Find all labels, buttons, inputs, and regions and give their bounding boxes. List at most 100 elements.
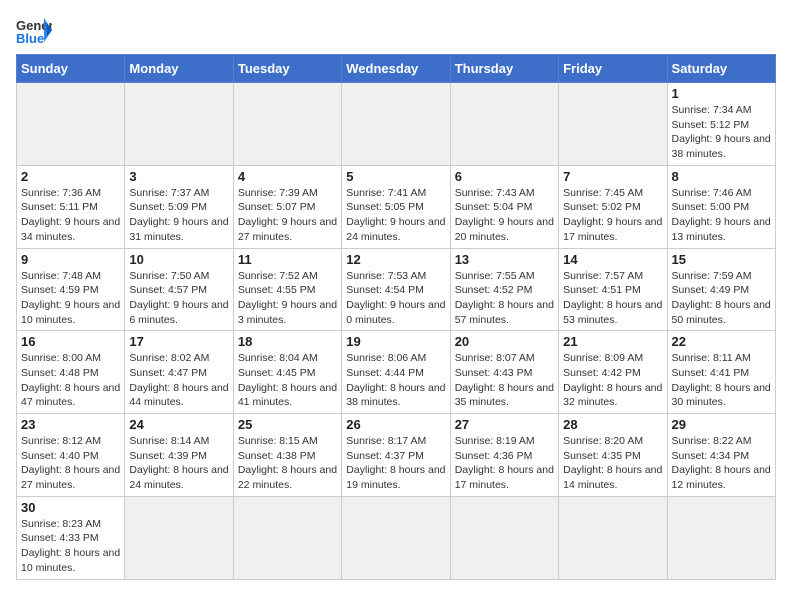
calendar-cell bbox=[450, 83, 558, 166]
day-info: Sunrise: 8:00 AM Sunset: 4:48 PM Dayligh… bbox=[21, 351, 120, 410]
day-number: 14 bbox=[563, 252, 662, 267]
day-info: Sunrise: 8:15 AM Sunset: 4:38 PM Dayligh… bbox=[238, 434, 337, 493]
calendar-cell bbox=[233, 496, 341, 579]
day-number: 18 bbox=[238, 334, 337, 349]
day-number: 5 bbox=[346, 169, 445, 184]
day-number: 23 bbox=[21, 417, 120, 432]
day-number: 1 bbox=[672, 86, 771, 101]
day-number: 28 bbox=[563, 417, 662, 432]
day-info: Sunrise: 7:59 AM Sunset: 4:49 PM Dayligh… bbox=[672, 269, 771, 328]
svg-text:Blue: Blue bbox=[16, 31, 44, 46]
day-number: 21 bbox=[563, 334, 662, 349]
calendar-cell: 7 Sunrise: 7:45 AM Sunset: 5:02 PM Daylig… bbox=[559, 165, 667, 248]
day-info: Sunrise: 7:37 AM Sunset: 5:09 PM Dayligh… bbox=[129, 186, 228, 245]
day-info: Sunrise: 7:45 AM Sunset: 5:02 PM Dayligh… bbox=[563, 186, 662, 245]
weekday-header-thursday: Thursday bbox=[450, 55, 558, 83]
day-number: 15 bbox=[672, 252, 771, 267]
day-info: Sunrise: 8:07 AM Sunset: 4:43 PM Dayligh… bbox=[455, 351, 554, 410]
day-number: 29 bbox=[672, 417, 771, 432]
weekday-header-saturday: Saturday bbox=[667, 55, 775, 83]
day-number: 11 bbox=[238, 252, 337, 267]
day-number: 6 bbox=[455, 169, 554, 184]
day-info: Sunrise: 8:20 AM Sunset: 4:35 PM Dayligh… bbox=[563, 434, 662, 493]
calendar-cell: 24 Sunrise: 8:14 AM Sunset: 4:39 PM Dayli… bbox=[125, 414, 233, 497]
day-number: 9 bbox=[21, 252, 120, 267]
calendar-row: 1Sunrise: 7:34 AM Sunset: 5:12 PM Daylig… bbox=[17, 83, 776, 166]
day-info: Sunrise: 8:14 AM Sunset: 4:39 PM Dayligh… bbox=[129, 434, 228, 493]
calendar-cell: 11Sunrise: 7:52 AM Sunset: 4:55 PM Dayli… bbox=[233, 248, 341, 331]
day-number: 25 bbox=[238, 417, 337, 432]
day-info: Sunrise: 8:19 AM Sunset: 4:36 PM Dayligh… bbox=[455, 434, 554, 493]
day-info: Sunrise: 8:06 AM Sunset: 4:44 PM Dayligh… bbox=[346, 351, 445, 410]
day-number: 16 bbox=[21, 334, 120, 349]
calendar-table: SundayMondayTuesdayWednesdayThursdayFrid… bbox=[16, 54, 776, 580]
day-number: 4 bbox=[238, 169, 337, 184]
calendar-cell: 10Sunrise: 7:50 AM Sunset: 4:57 PM Dayli… bbox=[125, 248, 233, 331]
day-number: 30 bbox=[21, 500, 120, 515]
calendar-cell: 14 Sunrise: 7:57 AM Sunset: 4:51 PM Dayli… bbox=[559, 248, 667, 331]
calendar-cell: 16 Sunrise: 8:00 AM Sunset: 4:48 PM Dayli… bbox=[17, 331, 125, 414]
calendar-cell: 4Sunrise: 7:39 AM Sunset: 5:07 PM Daylig… bbox=[233, 165, 341, 248]
day-number: 19 bbox=[346, 334, 445, 349]
calendar-cell: 3 Sunrise: 7:37 AM Sunset: 5:09 PM Daylig… bbox=[125, 165, 233, 248]
logo: General Blue bbox=[16, 16, 52, 46]
calendar-cell: 25 Sunrise: 8:15 AM Sunset: 4:38 PM Dayli… bbox=[233, 414, 341, 497]
weekday-header-tuesday: Tuesday bbox=[233, 55, 341, 83]
calendar-cell: 9Sunrise: 7:48 AM Sunset: 4:59 PM Daylig… bbox=[17, 248, 125, 331]
day-number: 8 bbox=[672, 169, 771, 184]
day-number: 20 bbox=[455, 334, 554, 349]
calendar-cell bbox=[559, 83, 667, 166]
day-number: 10 bbox=[129, 252, 228, 267]
calendar-cell: 19 Sunrise: 8:06 AM Sunset: 4:44 PM Dayli… bbox=[342, 331, 450, 414]
day-number: 7 bbox=[563, 169, 662, 184]
weekday-header-friday: Friday bbox=[559, 55, 667, 83]
day-number: 24 bbox=[129, 417, 228, 432]
calendar-cell bbox=[667, 496, 775, 579]
calendar-cell: 13 Sunrise: 7:55 AM Sunset: 4:52 PM Dayli… bbox=[450, 248, 558, 331]
calendar-row: 2 Sunrise: 7:36 AM Sunset: 5:11 PM Daylig… bbox=[17, 165, 776, 248]
day-info: Sunrise: 8:22 AM Sunset: 4:34 PM Dayligh… bbox=[672, 434, 771, 493]
day-number: 13 bbox=[455, 252, 554, 267]
calendar-cell: 2 Sunrise: 7:36 AM Sunset: 5:11 PM Daylig… bbox=[17, 165, 125, 248]
calendar-cell: 20 Sunrise: 8:07 AM Sunset: 4:43 PM Dayli… bbox=[450, 331, 558, 414]
calendar-cell: 8 Sunrise: 7:46 AM Sunset: 5:00 PM Daylig… bbox=[667, 165, 775, 248]
weekday-header-wednesday: Wednesday bbox=[342, 55, 450, 83]
weekday-header-monday: Monday bbox=[125, 55, 233, 83]
calendar-cell bbox=[342, 83, 450, 166]
calendar-cell bbox=[450, 496, 558, 579]
calendar-cell: 1Sunrise: 7:34 AM Sunset: 5:12 PM Daylig… bbox=[667, 83, 775, 166]
calendar-cell bbox=[125, 83, 233, 166]
day-info: Sunrise: 7:46 AM Sunset: 5:00 PM Dayligh… bbox=[672, 186, 771, 245]
day-info: Sunrise: 7:41 AM Sunset: 5:05 PM Dayligh… bbox=[346, 186, 445, 245]
calendar-cell: 23Sunrise: 8:12 AM Sunset: 4:40 PM Dayli… bbox=[17, 414, 125, 497]
day-info: Sunrise: 7:36 AM Sunset: 5:11 PM Dayligh… bbox=[21, 186, 120, 245]
calendar-cell bbox=[125, 496, 233, 579]
day-info: Sunrise: 7:57 AM Sunset: 4:51 PM Dayligh… bbox=[563, 269, 662, 328]
calendar-cell: 5 Sunrise: 7:41 AM Sunset: 5:05 PM Daylig… bbox=[342, 165, 450, 248]
calendar-cell: 12Sunrise: 7:53 AM Sunset: 4:54 PM Dayli… bbox=[342, 248, 450, 331]
day-number: 3 bbox=[129, 169, 228, 184]
day-info: Sunrise: 7:43 AM Sunset: 5:04 PM Dayligh… bbox=[455, 186, 554, 245]
day-info: Sunrise: 8:11 AM Sunset: 4:41 PM Dayligh… bbox=[672, 351, 771, 410]
day-info: Sunrise: 8:09 AM Sunset: 4:42 PM Dayligh… bbox=[563, 351, 662, 410]
calendar-cell: 22 Sunrise: 8:11 AM Sunset: 4:41 PM Dayli… bbox=[667, 331, 775, 414]
weekday-header-row: SundayMondayTuesdayWednesdayThursdayFrid… bbox=[17, 55, 776, 83]
calendar-cell bbox=[559, 496, 667, 579]
calendar-cell: 26Sunrise: 8:17 AM Sunset: 4:37 PM Dayli… bbox=[342, 414, 450, 497]
calendar-row: 23Sunrise: 8:12 AM Sunset: 4:40 PM Dayli… bbox=[17, 414, 776, 497]
calendar-row: 30Sunrise: 8:23 AM Sunset: 4:33 PM Dayli… bbox=[17, 496, 776, 579]
day-info: Sunrise: 7:55 AM Sunset: 4:52 PM Dayligh… bbox=[455, 269, 554, 328]
logo-icon: General Blue bbox=[16, 16, 52, 46]
day-info: Sunrise: 8:04 AM Sunset: 4:45 PM Dayligh… bbox=[238, 351, 337, 410]
weekday-header-sunday: Sunday bbox=[17, 55, 125, 83]
day-number: 22 bbox=[672, 334, 771, 349]
calendar-row: 16 Sunrise: 8:00 AM Sunset: 4:48 PM Dayli… bbox=[17, 331, 776, 414]
day-info: Sunrise: 8:17 AM Sunset: 4:37 PM Dayligh… bbox=[346, 434, 445, 493]
day-number: 27 bbox=[455, 417, 554, 432]
calendar-cell: 21 Sunrise: 8:09 AM Sunset: 4:42 PM Dayli… bbox=[559, 331, 667, 414]
calendar-cell bbox=[342, 496, 450, 579]
calendar-cell: 17Sunrise: 8:02 AM Sunset: 4:47 PM Dayli… bbox=[125, 331, 233, 414]
day-number: 2 bbox=[21, 169, 120, 184]
calendar-cell: 15 Sunrise: 7:59 AM Sunset: 4:49 PM Dayli… bbox=[667, 248, 775, 331]
calendar-cell: 27 Sunrise: 8:19 AM Sunset: 4:36 PM Dayli… bbox=[450, 414, 558, 497]
